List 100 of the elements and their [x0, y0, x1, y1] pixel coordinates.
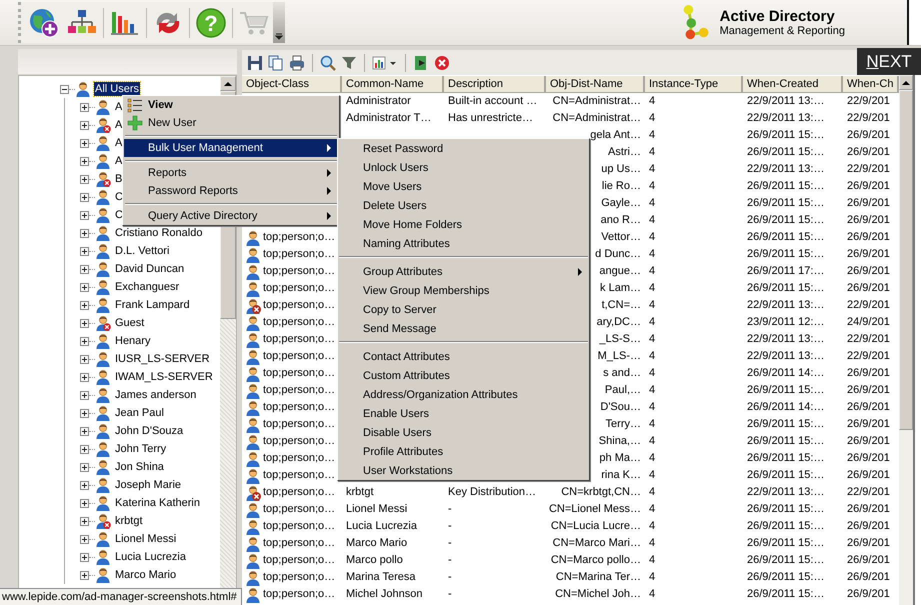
menu-item[interactable]: Reports — [124, 164, 338, 182]
menu-item[interactable]: Custom Attributes — [338, 366, 589, 385]
menu-item[interactable]: User Workstations — [338, 461, 589, 480]
table-cell-text: 26/9/2011 15:… — [747, 196, 824, 211]
toolbar-button[interactable] — [246, 54, 264, 72]
menu-item[interactable]: Bulk User Management — [124, 139, 338, 157]
table-cell-text: 4 — [649, 366, 656, 381]
expand-toggle-icon[interactable] — [80, 444, 89, 454]
tree-item[interactable]: Jean Paul — [114, 406, 165, 420]
expand-toggle-icon[interactable] — [80, 408, 89, 418]
expand-toggle-icon[interactable] — [80, 390, 89, 400]
expand-toggle-icon[interactable] — [80, 246, 89, 256]
tree-item[interactable]: Lionel Messi — [114, 532, 178, 546]
menu-item[interactable]: Query Active Directory — [124, 207, 338, 225]
expand-toggle-icon[interactable] — [80, 192, 89, 202]
expand-toggle-icon[interactable] — [80, 300, 89, 310]
expand-toggle-icon[interactable] — [80, 534, 89, 544]
table-cell-text: top;person;o… — [263, 230, 336, 245]
menu-item[interactable]: Unlock Users — [338, 158, 589, 177]
expand-toggle-icon[interactable] — [80, 264, 89, 274]
expand-toggle-icon[interactable] — [80, 354, 89, 364]
tree-item[interactable]: A — [114, 154, 124, 168]
table-cell-text: 22/9/2011 13:… — [747, 298, 824, 313]
expand-toggle-icon[interactable] — [80, 552, 89, 562]
menu-item[interactable]: Enable Users — [338, 404, 589, 423]
expand-toggle-icon[interactable] — [80, 570, 89, 580]
tree-item[interactable]: Henary — [114, 334, 152, 348]
toolbar-button[interactable] — [288, 54, 306, 72]
menu-item[interactable]: Reset Password — [338, 139, 589, 158]
menu-item[interactable]: Copy to Server — [338, 300, 589, 319]
menu-item[interactable]: Address/Organization Attributes — [338, 385, 589, 404]
tree-item[interactable]: Lucia Lucrezia — [114, 550, 187, 564]
tree-item[interactable]: Marco Mario — [114, 568, 178, 582]
table-cell-text: 4 — [649, 502, 656, 517]
column-header[interactable]: Common-Name — [342, 76, 444, 93]
tree-item[interactable]: All Users — [94, 82, 140, 96]
expand-toggle-icon[interactable] — [80, 102, 89, 112]
tree-item[interactable]: C — [114, 190, 124, 204]
table-cell-text: 26/9/201 — [847, 230, 890, 245]
menu-item[interactable]: Naming Attributes — [338, 234, 589, 253]
expand-toggle-icon[interactable] — [80, 336, 89, 346]
table-cell-text: 22/9/2011 13:… — [747, 94, 824, 109]
menu-item[interactable]: New User — [124, 114, 338, 132]
tree-item[interactable]: Joseph Marie — [114, 478, 182, 492]
column-header[interactable]: Instance-Type — [645, 76, 743, 93]
expand-toggle-icon[interactable] — [80, 498, 89, 508]
tree-item[interactable]: IUSR_LS-SERVER — [114, 352, 211, 366]
menu-item[interactable]: Password Reports — [124, 182, 338, 200]
next-button[interactable]: NEXT — [857, 48, 921, 76]
menu-item[interactable]: Move Home Folders — [338, 215, 589, 234]
menu-item[interactable]: Profile Attributes — [338, 442, 589, 461]
menu-item[interactable]: View Group Memberships — [338, 281, 589, 300]
table-scrollbar[interactable] — [899, 75, 913, 605]
tree-item[interactable]: Exchanguesr — [114, 280, 180, 294]
table-cell-text: 26/9/2011 15:… — [747, 281, 824, 296]
expand-toggle-icon[interactable] — [80, 282, 89, 292]
table-cell-text: 4 — [649, 451, 656, 466]
menu-item[interactable]: Move Users — [338, 177, 589, 196]
tree-item[interactable]: Frank Lampard — [114, 298, 191, 312]
tree-item[interactable]: Cristiano Ronaldo — [114, 226, 204, 240]
expand-toggle-icon[interactable] — [80, 156, 89, 166]
tree-item[interactable]: Jon Shina — [114, 460, 165, 474]
menu-item[interactable]: Send Message — [338, 319, 589, 338]
toolbar-overflow-button[interactable] — [273, 2, 285, 43]
expand-toggle-icon[interactable] — [60, 84, 69, 94]
tree-item[interactable]: D.L. Vettori — [114, 244, 170, 258]
menu-item[interactable]: Contact Attributes — [338, 347, 589, 366]
tree-item[interactable]: C — [114, 208, 124, 222]
table-cell-text: 26/9/201 — [847, 587, 890, 602]
tree-item[interactable]: David Duncan — [114, 262, 186, 276]
expand-toggle-icon[interactable] — [80, 372, 89, 382]
expand-toggle-icon[interactable] — [80, 210, 89, 220]
expand-toggle-icon[interactable] — [80, 138, 89, 148]
tree-item[interactable]: John D'Souza — [114, 424, 184, 438]
toolbar-button[interactable] — [371, 54, 399, 72]
scroll-thumb[interactable] — [899, 90, 913, 430]
table-cell-text: 22/9/2011 13:… — [747, 111, 824, 126]
tree-item[interactable]: IWAM_LS-SERVER — [114, 370, 214, 384]
table-cell-text: 4 — [649, 587, 656, 602]
export-icon — [413, 54, 429, 70]
menu-item[interactable]: Delete Users — [338, 196, 589, 215]
expand-toggle-icon[interactable] — [80, 426, 89, 436]
expand-toggle-icon[interactable] — [80, 462, 89, 472]
table-cell-text: 4 — [649, 230, 656, 245]
column-header[interactable]: Object-Class — [242, 76, 342, 93]
expand-toggle-icon[interactable] — [80, 480, 89, 490]
menu-item[interactable]: Disable Users — [338, 423, 589, 442]
tree-item[interactable]: A — [114, 100, 124, 114]
tree-item[interactable]: A — [114, 136, 124, 150]
column-header[interactable]: When-Ch — [843, 76, 899, 93]
column-header[interactable]: Description — [444, 76, 546, 93]
expand-toggle-icon[interactable] — [80, 228, 89, 238]
menu-item[interactable]: Group Attributes — [338, 262, 589, 281]
table-cell-text: 26/9/2011 15:… — [747, 247, 824, 262]
tree-item[interactable]: James anderson — [114, 388, 198, 402]
tree-item[interactable]: John Terry — [114, 442, 168, 456]
tree-item[interactable]: Katerina Katherin — [114, 496, 201, 510]
column-header[interactable]: Obj-Dist-Name — [546, 76, 645, 93]
column-header[interactable]: When-Created — [743, 76, 843, 93]
menu-item[interactable]: View — [124, 96, 338, 114]
